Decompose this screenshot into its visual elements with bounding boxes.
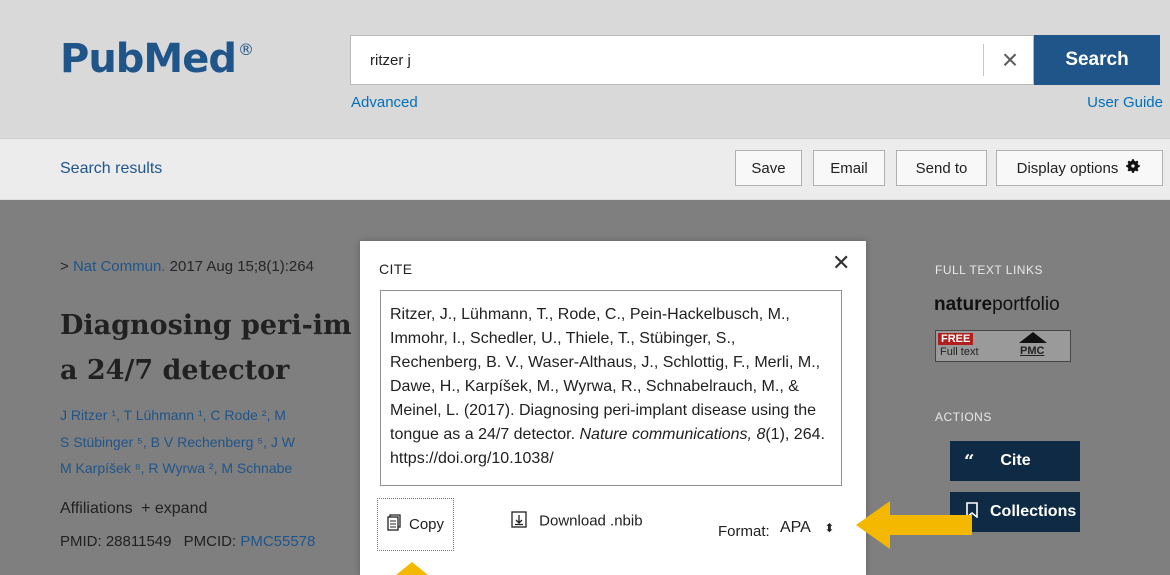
logo-text: PubMed xyxy=(60,36,237,82)
sort-arrows-icon: ⬍ xyxy=(824,521,835,535)
author-list-line[interactable]: S Stübinger ⁵, B V Rechenberg ⁵, J W xyxy=(60,434,295,450)
search-results-link[interactable]: Search results xyxy=(60,160,162,178)
nature-logo-rest: portfolio xyxy=(992,294,1060,315)
author-list-line[interactable]: J Ritzer ¹, T Lühmann ¹, C Rode ², M xyxy=(60,407,286,423)
citation-scrollbar[interactable] xyxy=(841,351,842,477)
title-line: Diagnosing peri-im xyxy=(60,310,352,341)
article-title: Diagnosing peri-im a 24/7 detector xyxy=(60,303,390,393)
journal-date: 2017 Aug 15;8(1):264 xyxy=(165,258,314,275)
pmcid-link[interactable]: PMC55578 xyxy=(240,533,315,550)
full-text-links-heading: FULL TEXT LINKS xyxy=(935,263,1043,277)
download-nbib-button[interactable]: Download .nbib xyxy=(511,511,643,532)
format-label: Format: xyxy=(718,523,770,540)
actions-heading: ACTIONS xyxy=(935,410,992,424)
close-icon[interactable]: ✕ xyxy=(832,252,850,274)
copy-button-label: Copy xyxy=(408,516,445,533)
logo-registered-mark: ® xyxy=(238,40,254,59)
free-label: FREE xyxy=(938,333,974,345)
pmc-label: PMC xyxy=(1020,345,1045,357)
dialog-title: CITE xyxy=(379,261,413,277)
advanced-search-link[interactable]: Advanced xyxy=(351,94,418,111)
cite-button-label: Cite xyxy=(1000,452,1031,469)
journal-citation-line[interactable]: > Nat Commun. 2017 Aug 15;8(1):264 xyxy=(60,258,314,275)
quote-icon: “ xyxy=(964,450,975,472)
copy-button[interactable]: Copy xyxy=(377,498,454,551)
display-options-label: Display options xyxy=(1016,159,1119,177)
clear-search-icon[interactable]: × xyxy=(991,42,1029,80)
citation-textbox[interactable]: Ritzer, J., Lühmann, T., Rode, C., Pein-… xyxy=(380,290,842,486)
pmcid-label: PMCID: xyxy=(183,533,237,550)
pmid-value: 28811549 xyxy=(105,533,172,550)
citation-text: Ritzer, J., Lühmann, T., Rode, C., Pein-… xyxy=(390,303,830,471)
gear-icon xyxy=(1124,157,1142,179)
annotation-arrow-left-icon xyxy=(856,501,972,549)
save-button[interactable]: Save xyxy=(735,150,802,186)
send-to-button[interactable]: Send to xyxy=(896,150,987,186)
user-guide-link[interactable]: User Guide xyxy=(1087,94,1163,111)
journal-name: Nat Commun. xyxy=(72,258,166,275)
download-icon xyxy=(511,511,527,532)
download-button-label: Download .nbib xyxy=(539,512,643,530)
affiliations-toggle[interactable]: Affiliations + expand xyxy=(60,500,207,518)
clear-separator xyxy=(983,44,984,76)
annotation-arrow-up-icon xyxy=(396,562,428,575)
author-list-line[interactable]: M Karpíšek ⁸, R Wyrwa ², M Schnabe xyxy=(60,460,292,476)
search-input[interactable] xyxy=(351,36,971,84)
email-button[interactable]: Email xyxy=(813,150,885,186)
copy-icon xyxy=(387,514,401,535)
expand-label: + expand xyxy=(141,500,208,517)
citation-main: Ritzer, J., Lühmann, T., Rode, C., Pein-… xyxy=(390,306,821,443)
full-text-label: Full text xyxy=(940,346,979,358)
pubmed-logo[interactable]: PubMed ® xyxy=(60,36,254,82)
affiliations-label: Affiliations xyxy=(60,500,133,517)
collections-button-label: Collections xyxy=(990,503,1077,520)
search-box: × xyxy=(350,35,1034,85)
nature-portfolio-link[interactable]: natureportfolio xyxy=(934,294,1060,316)
citation-journal: Nature communications, 8 xyxy=(579,426,766,443)
cite-dialog: CITE ✕ Ritzer, J., Lühmann, T., Rode, C.… xyxy=(360,241,866,575)
search-button[interactable]: Search xyxy=(1034,35,1160,85)
journal-expand-chevron: > xyxy=(60,258,69,275)
identifiers-line: PMID: 28811549 PMCID: PMC55578 xyxy=(60,533,315,550)
pmc-free-full-text-link[interactable]: FREE Full text PMC xyxy=(935,330,1071,362)
pmc-roof-icon xyxy=(1019,332,1047,343)
pmid-label: PMID: xyxy=(60,533,102,550)
results-toolbar xyxy=(0,139,1170,200)
title-line: a 24/7 detector xyxy=(60,355,290,386)
format-select[interactable]: APA ⬍ xyxy=(780,519,834,537)
nature-logo-bold: nature xyxy=(934,294,993,315)
display-options-button[interactable]: Display options xyxy=(996,150,1163,186)
cite-button[interactable]: “ Cite xyxy=(950,441,1080,481)
format-value: APA xyxy=(780,519,810,536)
